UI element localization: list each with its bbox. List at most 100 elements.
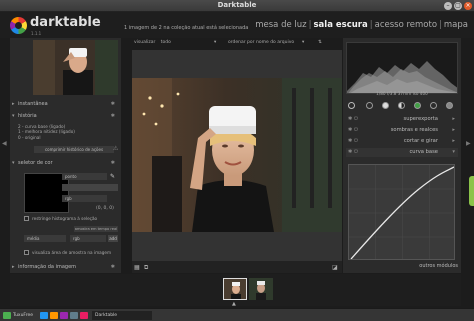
correct-group-icon[interactable] [430,102,437,109]
history-item[interactable]: 0 - original [18,135,75,140]
view-filter-label: visualizar [134,40,156,45]
navigation-preview[interactable] [33,40,118,95]
view-map[interactable]: mapa [444,20,468,30]
module-presets-icon[interactable]: ▸ [452,126,455,135]
other-modules-label[interactable]: outros módulos [346,263,458,269]
taskbar-item[interactable]: Darktable [92,311,152,320]
maximize-icon[interactable]: ▢ [454,2,462,10]
histogram[interactable] [346,42,458,94]
window-title: Darktable [217,1,257,9]
history-list: 2 - curva base (ligado) 1 - melhora niti… [18,124,75,140]
module-curva-base[interactable]: ✱ ⏻ curva base ▾ [346,148,458,157]
base-curve-editor[interactable] [348,164,455,260]
sort-label: ordenar por [228,40,255,45]
stat-select[interactable]: média [24,235,66,242]
app-launcher-icon[interactable] [40,312,48,319]
overexposure-icon[interactable]: ◪ [332,264,338,271]
live-sample-button[interactable]: amostra em tempo real [74,226,118,232]
restrict-histogram-label: restringe histograma à seleção [32,216,98,221]
app-version: 1.1.1 [31,31,42,36]
module-presets-icon[interactable]: ▸ [452,115,455,124]
image-canvas[interactable] [132,50,342,261]
preset-gear-icon[interactable]: ✱ [111,159,115,168]
sort-order-icon[interactable]: ⇅ [318,38,322,48]
app-launcher-icon[interactable] [70,312,78,319]
darktable-window: Darktable – ▢ × darktable 1.1.1 1 imagem… [0,0,474,321]
filmstrip-collapse-icon[interactable]: ▲ [232,301,236,307]
sort-select[interactable]: nome do arquivo [256,38,294,48]
module-sombras-e-realces[interactable]: ✱ ⏻ sombras e realces ▸ [346,126,458,135]
view-filter-select[interactable]: todo [161,40,171,45]
app-launcher-icon[interactable] [60,312,68,319]
color-picker-icon[interactable]: ✎ [110,173,115,180]
effect-group-icon[interactable] [446,102,453,109]
tone-group-icon[interactable] [398,102,405,109]
picker-range-bar[interactable] [62,184,118,191]
colorpicker-section-header[interactable]: ▾ seletor de cor ✱ [12,159,119,168]
collapse-left-panel-icon[interactable]: ◀ [2,140,7,147]
start-menu-icon[interactable] [3,312,11,319]
module-power-icon[interactable]: ✱ ⏻ [348,137,358,146]
snapshots-section-header[interactable]: ▸ instantânea ✱ [12,100,119,109]
view-lighttable[interactable]: mesa de luz [255,20,306,30]
preset-gear-icon[interactable]: ✱ [111,263,115,272]
color-group-icon[interactable] [414,102,421,109]
picker-values: (0, 0, 0) [96,206,114,211]
preset-gear-icon[interactable]: ✱ [111,112,115,121]
snapshots-label: instantânea [18,101,48,107]
close-icon[interactable]: × [464,2,472,10]
filmstrip-thumbnail[interactable] [223,278,247,300]
module-cortar-e-girar[interactable]: ✱ ⏻ cortar e girar ▸ [346,137,458,146]
left-panel: ▸ instantânea ✱ ▾ história ✱ 2 - curva bas… [10,38,121,273]
photo-image[interactable] [132,78,342,232]
power-icon[interactable] [348,102,355,109]
module-power-icon[interactable]: ✱ ⏻ [348,126,358,135]
darktable-logo-icon [10,17,27,34]
right-panel: 1/80 f/3.8 37mm iso 400 ✱ ⏻ superexporta… [343,38,461,273]
basic-group-icon[interactable] [382,102,389,109]
module-power-icon[interactable]: ✱ ⏻ [348,148,358,157]
module-presets-icon[interactable]: ▸ [452,137,455,146]
history-label: história [18,113,37,119]
module-name: superexporta [403,116,438,122]
filmstrip-thumbnail[interactable] [249,278,273,300]
window-titlebar: Darktable – ▢ × [0,0,474,12]
show-sample-area-checkbox[interactable] [24,250,29,255]
module-name: cortar e girar [403,138,438,144]
image-info-section-header[interactable]: ▸ informação da imagem ✱ [12,263,119,272]
module-presets-icon[interactable]: ▾ [452,148,455,157]
taskbar-item[interactable]: TuxuFree [13,311,33,320]
restrict-histogram-checkbox[interactable] [24,216,29,221]
module-superexporta[interactable]: ✱ ⏻ superexporta ▸ [346,115,458,124]
view-darkroom[interactable]: sala escura [313,20,367,30]
color-model-select[interactable]: rgb [70,235,106,242]
module-group-bar [346,101,458,111]
app-launcher-icon[interactable] [50,312,58,319]
view-tethering[interactable]: acesso remoto [375,20,437,30]
warning-icon[interactable]: ⚠ [113,145,118,152]
dropdown-chevron-icon: ▾ [302,40,305,45]
green-edge-tab [469,176,474,206]
view-switcher: mesa de luz | sala escura | acesso remoto | ma… [255,20,468,30]
filmstrip: ▲ [10,274,461,307]
show-sample-area-label: visualiza área de amostra na imagem [32,250,112,255]
taskbar: TuxuFree Darktable [0,308,474,321]
module-power-icon[interactable]: ✱ ⏻ [348,115,358,124]
collapse-right-panel-icon[interactable]: ▶ [466,140,471,147]
favorites-icon[interactable] [366,102,373,109]
compress-history-button[interactable]: comprimir histórico de ações [34,146,114,153]
preset-gear-icon[interactable]: ✱ [111,100,115,109]
history-section-header[interactable]: ▾ história ✱ [12,112,119,121]
module-name: sombras e realces [390,127,438,133]
colorpicker-label: seletor de cor [18,160,53,166]
styles-icon[interactable]: ⧉ [144,264,148,272]
picker-model-select[interactable]: rgb [62,195,107,202]
grid-icon[interactable]: ▦ [134,264,140,271]
center-bottom-toolbar: ▦ ⧉ ◪ [132,261,342,273]
collection-info: 1 imagem de 2 na coleção atual está sele… [124,25,249,31]
add-sample-button[interactable]: add [108,235,118,242]
picker-mode-select[interactable]: ponto [62,173,107,180]
app-launcher-icon[interactable] [80,312,88,319]
app-name: darktable [30,15,101,30]
minimize-icon[interactable]: – [444,2,452,10]
